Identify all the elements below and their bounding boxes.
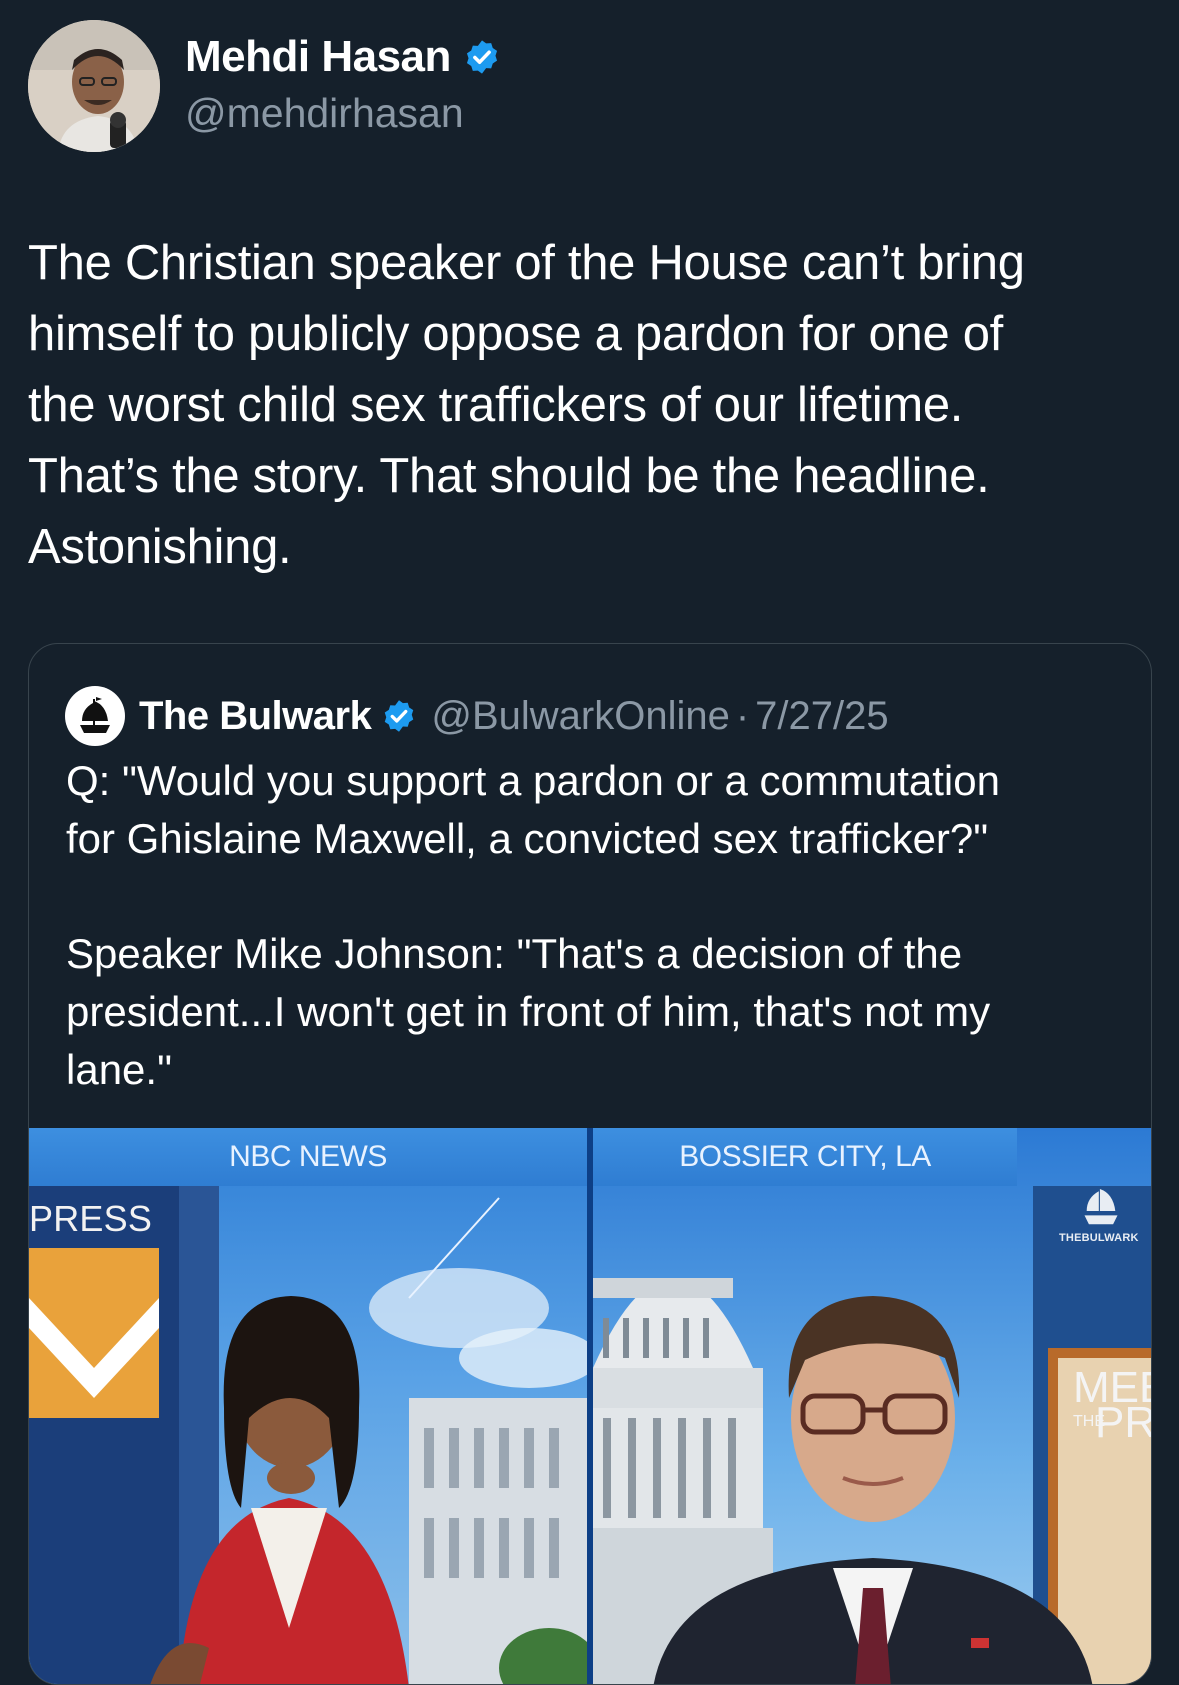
tweet-text: The Christian speaker of the House can’t… [28, 228, 1158, 583]
nbc-news-label: NBC NEWS [29, 1128, 587, 1186]
author-name-row[interactable]: Mehdi Hasan [185, 32, 501, 82]
tweet-line: Astonishing. [28, 520, 292, 574]
tweet-line: The Christian speaker of the House can’t… [28, 236, 1025, 290]
quoted-line: Q: "Would you support a pardon or a comm… [66, 757, 1000, 804]
author-avatar[interactable] [28, 20, 160, 152]
tweet-line: himself to publicly oppose a pardon for … [28, 307, 1003, 361]
quoted-tweet-date[interactable]: 7/27/25 [755, 694, 888, 739]
author-handle[interactable]: @mehdirhasan [185, 90, 464, 137]
quoted-line: for Ghislaine Maxwell, a convicted sex t… [66, 815, 989, 862]
quoted-line: Speaker Mike Johnson: "That's a decision… [66, 930, 963, 977]
location-label: BOSSIER CITY, LA [593, 1128, 1017, 1186]
bulwark-watermark-icon [1084, 1189, 1118, 1225]
set-logo-text: PR [1095, 1398, 1151, 1447]
video-right-panel: THEBULWARK MEE THE PR [593, 1128, 1151, 1684]
separator-dot: · [735, 693, 750, 738]
verified-badge-icon [385, 700, 414, 732]
quoted-tweet-header: The Bulwark @BulwarkOnline · 7/27/25 [65, 686, 889, 746]
author-name[interactable]: Mehdi Hasan [185, 32, 451, 82]
verified-badge-icon [466, 40, 497, 74]
bulwark-logo-icon[interactable] [65, 686, 125, 746]
video-left-panel: PRESS [29, 1128, 587, 1684]
quoted-line: president...I won't get in front of him,… [66, 988, 991, 1035]
set-logo-text: PRESS [29, 1198, 153, 1239]
quoted-tweet-text: Q: "Would you support a pardon or a comm… [66, 752, 1126, 1099]
bulwark-watermark-text: THEBULWARK [1059, 1232, 1139, 1244]
tweet-line: the worst child sex traffickers of our l… [28, 378, 964, 432]
quoted-author-handle[interactable]: @BulwarkOnline [431, 694, 730, 739]
quoted-author-name[interactable]: The Bulwark [139, 694, 372, 739]
quoted-line: lane." [66, 1046, 172, 1093]
video-thumbnail[interactable]: PRESS NBC NEWS THEBULWARK ME THE PR BOSS… [29, 1128, 1151, 1684]
quoted-tweet-card[interactable]: The Bulwark @BulwarkOnline · 7/27/25 Q: … [28, 643, 1152, 1685]
tweet-line: That’s the story. That should be the hea… [28, 449, 990, 503]
